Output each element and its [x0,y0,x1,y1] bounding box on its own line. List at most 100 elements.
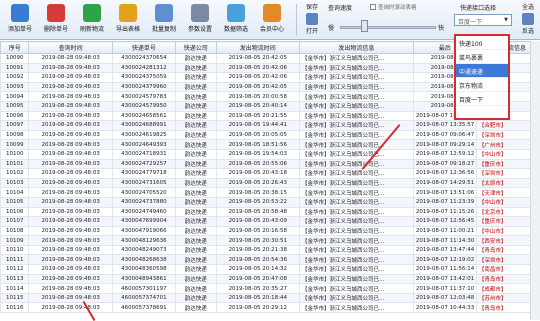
table-cell: 4300024718931 [111,148,176,160]
table-cell: 【金华市】浙江义乌城西公司已... [298,110,414,122]
table-row[interactable]: 10113 2019-08-28 09:48:03 4300048943861 韵达快… [0,273,540,285]
slow-label: 慢 [328,25,335,32]
invert-selection-button[interactable]: 反选 [516,26,540,38]
toolbar-separator [296,4,297,36]
auto-scroll-checkbox[interactable]: 查询时滚动表格 [370,3,417,11]
toolbar-button-3[interactable]: 导出表格 [112,2,144,38]
table-cell: 韵达快递 [174,62,217,74]
table-row[interactable]: 10106 2019-08-28 09:48:03 4300024749460 韵达快… [0,206,540,218]
table-cell: 2019-08-07 12:56:45 [412,216,477,227]
table-row[interactable]: 10101 2019-08-28 09:48:03 4300024729257 韵达快… [0,158,540,170]
toolbar-button-1[interactable]: 删除单号 [40,2,72,38]
toolbar-button-2[interactable]: 刷新物流 [76,2,108,38]
table-cell: 4300024737880 [111,196,176,208]
table-cell: 2019-08-28 09:48:03 [28,292,113,304]
table-row[interactable]: 10111 2019-08-28 09:48:03 4300048268638 韵达快… [0,254,540,266]
table-cell: 2019-08-07 11:56:14 [412,264,477,275]
toolbar-icon [227,4,245,22]
table-cell: 2019-08-05 20:43:09 [215,216,300,227]
table-row[interactable]: 10104 2019-08-28 09:48:03 4300024705520 韵达快… [0,187,540,198]
table-cell: 4600057378691 [111,302,176,314]
button-label: 全选 [521,4,534,11]
interface-dropdown-list: 快递100 菜鸟裹裹 中通速递 京东物流 百度一下 [454,34,510,120]
column-header[interactable]: 发出物流时间 [215,41,300,54]
table-cell: 2019-08-05 20:29:12 [215,302,300,314]
table-cell: 10095 [0,100,30,112]
interface-option[interactable]: 百度一下 [456,92,508,106]
table-cell: 韵达快递 [174,216,217,227]
interface-select[interactable]: 百度一下 ▼ [454,14,512,26]
interface-option[interactable]: 菜鸟裹裹 [456,50,508,64]
table-cell: 2019-08-05 20:00:58 [215,91,300,102]
column-header[interactable]: 序号 [0,41,30,54]
table-cell: 【金华市】浙江义乌城西公司已... [298,244,414,256]
toolbar-button-5[interactable]: 参数设置 [184,2,216,38]
speed-slider-handle[interactable] [361,20,368,32]
toolbar-button-4[interactable]: 批量复制 [148,2,180,38]
interface-option[interactable]: 京东物流 [456,78,508,92]
table-cell: 10097 [0,120,30,131]
table-row[interactable]: 10099 2019-08-28 09:48:03 4300024649393 韵达快… [0,139,540,150]
table-cell: 韵达快递 [174,91,217,102]
button-label: 反选 [521,28,534,35]
table-row[interactable]: 10098 2019-08-28 09:48:03 4300024619825 韵达快… [0,129,540,141]
interface-title: 快递接口选择 [460,5,497,12]
column-header[interactable]: 快递公司 [174,41,217,54]
table-cell: 10092 [0,72,30,83]
table-cell: 【金华市】浙江义乌城西公司已... [298,62,414,74]
table-cell: 2019-08-28 09:48:03 [28,302,113,314]
table-cell: 韵达快递 [174,196,217,208]
table-row[interactable]: 10107 2019-08-28 09:48:03 4300047699904 韵达快… [0,216,540,227]
button-icon [522,13,534,25]
checkbox-icon [370,4,376,10]
table-cell: 2019-08-07 09:29:14 [412,139,477,150]
toolbar-button-0[interactable]: 添加单号 [4,2,36,38]
open-button[interactable]: 打开 [300,26,324,38]
table-cell: 韵达快递 [174,110,217,122]
toolbar-button-7[interactable]: 会员中心 [256,2,288,38]
table-cell: 韵达快递 [174,254,217,266]
table-cell: 4300024779718 [111,168,176,179]
toolbar-button-6[interactable]: 数据筛选 [220,2,252,38]
table-row[interactable]: 10108 2019-08-28 09:48:03 4300047919066 韵达快… [0,225,540,237]
table-row[interactable]: 10114 2019-08-28 09:48:03 4600057301197 韵达快… [0,283,540,294]
table-row[interactable]: 10116 2019-08-28 09:48:03 4600057378691 韵达快… [0,302,540,314]
table-cell: 10107 [0,216,30,227]
interface-option[interactable]: 快递100 [456,36,508,50]
table-cell: 2019-08-28 09:48:03 [28,273,113,285]
column-header[interactable]: 查询时间 [28,41,113,54]
table-cell: 10101 [0,158,30,170]
toolbar-button-label: 导出表格 [115,26,140,33]
table-cell: 2019-08-28 09:48:03 [28,168,113,179]
table-row[interactable]: 10109 2019-08-28 09:48:03 4300048129636 韵达快… [0,235,540,246]
column-header[interactable]: 快递单号 [111,41,176,54]
table-cell: 2019-08-28 09:48:03 [28,72,113,83]
table-row[interactable]: 10110 2019-08-28 09:48:03 4300048249073 韵达快… [0,244,540,256]
vertical-scrollbar[interactable] [530,41,540,320]
table-cell: 2019-08-07 09:18:27 [412,158,477,170]
table-cell: 4300048360598 [111,264,176,275]
table-cell: 10096 [0,110,30,122]
toolbar-icon [119,4,137,22]
table-cell: 韵达快递 [174,273,217,285]
table-row[interactable]: 10097 2019-08-28 09:48:03 4300024688991 韵达快… [0,120,540,131]
table-row[interactable]: 10115 2019-08-28 09:48:03 4600057374701 韵达快… [0,292,540,304]
table-cell: 10104 [0,187,30,198]
table-row[interactable]: 10105 2019-08-28 09:48:03 4300024737880 韵达快… [0,196,540,208]
table-cell: 2019-08-05 20:54:36 [215,254,300,266]
table-cell: 10109 [0,235,30,246]
table-cell: 2019-08-28 09:48:03 [28,91,113,102]
column-header[interactable]: 发出物流信息 [298,41,414,54]
table-row[interactable]: 10100 2019-08-28 09:48:03 4300024718931 韵达快… [0,148,540,160]
table-row[interactable]: 10112 2019-08-28 09:48:03 4300048360598 韵达快… [0,264,540,275]
table-cell: 2019-08-05 20:26:43 [215,177,300,189]
table-cell: 韵达快递 [174,225,217,237]
table-cell: 2019-08-28 09:48:03 [28,110,113,122]
speed-slider-track[interactable] [340,26,436,29]
table-cell: 韵达快递 [174,283,217,294]
table-cell: 【金华市】浙江义乌城西公司已... [298,129,414,141]
table-row[interactable]: 10103 2019-08-28 09:48:03 4300024731605 韵达快… [0,177,540,189]
table-cell: 2019-08-07 11:37:10 [412,283,477,294]
table-row[interactable]: 10102 2019-08-28 09:48:03 4300024779718 韵达快… [0,168,540,179]
interface-option[interactable]: 中通速递 [456,64,508,78]
